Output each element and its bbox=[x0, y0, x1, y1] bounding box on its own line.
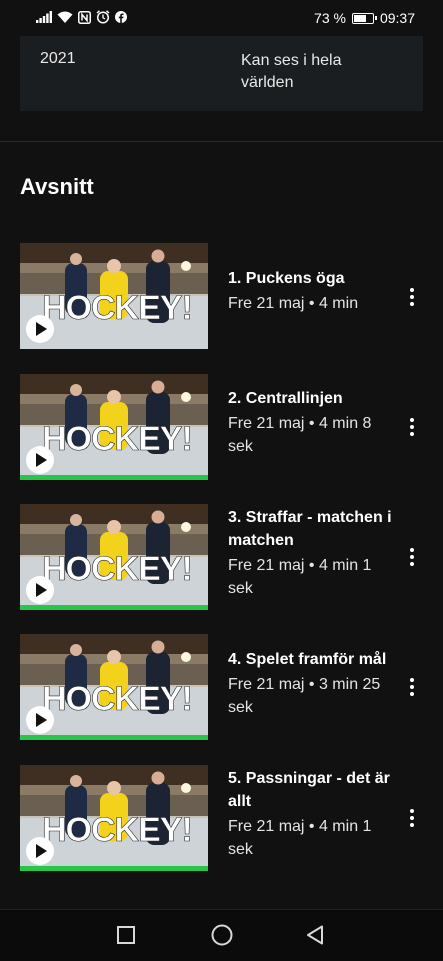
status-bar: 73 % 09:37 bbox=[0, 0, 443, 36]
episode-item-2[interactable]: HOCKEY! 2. Centrallinjen Fre 21 maj • 4 … bbox=[0, 374, 443, 482]
episode-info[interactable]: 3. Straffar - matchen i matchen Fre 21 m… bbox=[228, 506, 398, 600]
episode-info[interactable]: 4. Spelet framför mål Fre 21 maj • 3 min… bbox=[228, 648, 398, 719]
facebook-icon bbox=[115, 11, 127, 23]
thumbnail-title: HOCKEY! bbox=[42, 289, 192, 327]
status-right: 73 % 09:37 bbox=[314, 10, 415, 26]
episode-thumbnail[interactable]: HOCKEY! bbox=[20, 374, 208, 480]
watch-progress-bar bbox=[20, 605, 208, 610]
episode-title: 2. Centrallinjen bbox=[228, 390, 343, 407]
episode-item-3[interactable]: HOCKEY! 3. Straffar - matchen i matchen … bbox=[0, 504, 443, 612]
more-options-icon[interactable] bbox=[405, 545, 419, 569]
episode-title: 4. Spelet framför mål bbox=[228, 651, 387, 668]
home-circle-icon[interactable] bbox=[211, 924, 233, 946]
wifi-icon bbox=[57, 11, 73, 23]
alarm-icon bbox=[96, 10, 110, 24]
episode-meta: Fre 21 maj • 3 min 25 sek bbox=[228, 676, 381, 716]
play-icon[interactable] bbox=[26, 576, 54, 604]
episode-title: 1. Puckens öga bbox=[228, 270, 345, 287]
section-title: Avsnitt bbox=[20, 174, 94, 199]
watch-progress-bar bbox=[20, 866, 208, 871]
episode-title: 3. Straffar - matchen i matchen bbox=[228, 509, 392, 549]
watch-progress-bar bbox=[20, 735, 208, 740]
episode-info[interactable]: 1. Puckens öga Fre 21 maj • 4 min bbox=[228, 267, 398, 315]
battery-percent: 73 % bbox=[314, 10, 346, 26]
thumbnail-title: HOCKEY! bbox=[42, 420, 192, 458]
battery-icon bbox=[351, 12, 377, 24]
clock: 09:37 bbox=[379, 10, 415, 26]
more-options-icon[interactable] bbox=[405, 415, 419, 439]
episode-thumbnail[interactable]: HOCKEY! bbox=[20, 634, 208, 740]
episode-meta: Fre 21 maj • 4 min 1 sek bbox=[228, 818, 372, 858]
play-icon[interactable] bbox=[26, 706, 54, 734]
play-icon[interactable] bbox=[26, 446, 54, 474]
episode-thumbnail[interactable]: HOCKEY! bbox=[20, 504, 208, 610]
episode-meta: Fre 21 maj • 4 min 1 sek bbox=[228, 557, 372, 597]
episode-info[interactable]: 2. Centrallinjen Fre 21 maj • 4 min 8 se… bbox=[228, 387, 398, 458]
episode-meta: Fre 21 maj • 4 min 8 sek bbox=[228, 415, 372, 455]
thumbnail-title: HOCKEY! bbox=[42, 680, 192, 718]
episode-thumbnail[interactable]: HOCKEY! bbox=[20, 765, 208, 871]
recents-square-icon[interactable] bbox=[117, 926, 135, 944]
play-icon[interactable] bbox=[26, 837, 54, 865]
status-icons bbox=[36, 10, 127, 24]
nfc-icon bbox=[78, 10, 91, 24]
more-options-icon[interactable] bbox=[405, 675, 419, 699]
info-card: 2021 Kan ses i hela världen bbox=[20, 36, 423, 111]
thumbnail-title: HOCKEY! bbox=[42, 550, 192, 588]
signal-icon bbox=[36, 11, 52, 23]
info-year: 2021 bbox=[40, 50, 76, 67]
play-icon[interactable] bbox=[26, 315, 54, 343]
back-triangle-icon[interactable] bbox=[306, 925, 324, 945]
episode-info[interactable]: 5. Passningar - det är allt Fre 21 maj •… bbox=[228, 767, 398, 861]
episode-item-1[interactable]: HOCKEY! 1. Puckens öga Fre 21 maj • 4 mi… bbox=[0, 243, 443, 351]
thumbnail-title: HOCKEY! bbox=[42, 811, 192, 849]
watch-progress-bar bbox=[20, 475, 208, 480]
episode-item-5[interactable]: HOCKEY! 5. Passningar - det är allt Fre … bbox=[0, 765, 443, 873]
episode-item-4[interactable]: HOCKEY! 4. Spelet framför mål Fre 21 maj… bbox=[0, 634, 443, 742]
episode-title: 5. Passningar - det är allt bbox=[228, 770, 390, 810]
more-options-icon[interactable] bbox=[405, 806, 419, 830]
system-nav-bar bbox=[0, 909, 443, 961]
episode-meta: Fre 21 maj • 4 min bbox=[228, 295, 359, 312]
divider bbox=[0, 141, 443, 142]
more-options-icon[interactable] bbox=[405, 285, 419, 309]
info-availability: Kan ses i hela världen bbox=[241, 52, 342, 91]
episode-thumbnail[interactable]: HOCKEY! bbox=[20, 243, 208, 349]
